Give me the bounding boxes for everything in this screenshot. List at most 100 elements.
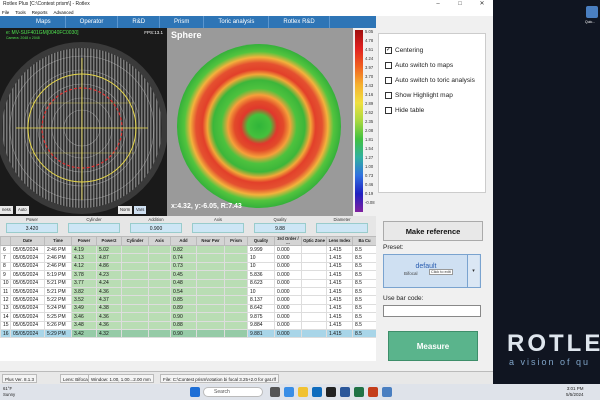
preset-select[interactable]: default Bifocal Click to edit ▾ <box>383 254 481 288</box>
column-header[interactable]: Optic Zone <box>301 236 327 246</box>
tab-prism[interactable]: Prism <box>160 16 205 28</box>
quality-value: 9.88 <box>254 223 306 233</box>
menu-file[interactable]: File <box>2 9 9 16</box>
tab-rnd[interactable]: R&D <box>118 16 161 28</box>
table-cell <box>148 270 171 280</box>
maximize-button[interactable]: □ <box>449 0 471 9</box>
centering-checkbox[interactable]: ✓ <box>385 47 392 54</box>
weather-widget[interactable]: 61°F Sunny <box>3 386 15 397</box>
table-row[interactable]: 12 05/05/2024 5:22 PM 3.52 4.37 0.85 8.137 0.00… <box>0 295 376 305</box>
preset-type: Bifocal <box>404 271 418 276</box>
file-explorer-icon[interactable] <box>298 387 308 397</box>
table-row[interactable]: 6 05/05/2024 2:46 PM 4.19 5.02 0.82 9.999 0.000… <box>0 244 376 255</box>
system-clock[interactable]: 3:01 PM 5/5/2024 <box>566 386 584 398</box>
map-title: Sphere <box>171 30 202 40</box>
excel-icon[interactable] <box>354 387 364 397</box>
mail-icon[interactable] <box>312 387 322 397</box>
option-hide-table[interactable]: Hide table <box>385 106 424 115</box>
rotlex-app-icon[interactable] <box>382 387 392 397</box>
close-button[interactable]: ✕ <box>471 0 493 9</box>
table-cell: 5:25 PM <box>44 312 72 322</box>
column-header[interactable]: Add <box>170 236 197 246</box>
table-cell: 05/05/2024 <box>10 270 45 280</box>
table-cell: 4.36 <box>96 286 122 297</box>
scale-label: -0.08 <box>365 200 375 205</box>
barcode-input[interactable] <box>383 305 481 317</box>
table-cell: 8.5 <box>352 312 376 322</box>
make-reference-button[interactable]: Make reference <box>383 221 483 241</box>
table-row[interactable]: 14 05/05/2024 5:25 PM 3.46 4.36 0.90 9.875 0.00… <box>0 312 376 322</box>
table-cell <box>148 253 171 263</box>
table-row[interactable]: 7 05/05/2024 2:46 PM 4.13 4.87 0.74 10 0.000 1.4… <box>0 253 376 263</box>
auto-switch-maps-checkbox[interactable] <box>385 62 392 69</box>
weather-condition: Sunny <box>3 391 16 397</box>
norm-button[interactable]: Norm <box>118 206 133 214</box>
column-header[interactable]: Prism <box>224 236 248 246</box>
show-highlight-map-checkbox[interactable] <box>385 92 392 99</box>
tab-toric-analysis[interactable]: Toric analysis <box>204 16 270 28</box>
option-show-highlight-map[interactable]: Show Highlight map <box>385 91 453 100</box>
table-cell: 3.82 <box>71 286 97 297</box>
store-icon[interactable] <box>326 387 336 397</box>
table-cell: 3.46 <box>71 312 97 322</box>
table-row[interactable]: 16 05/05/2024 5:29 PM 3.42 4.32 0.90 9.881 0.00… <box>0 328 376 339</box>
app-shortcut-icon[interactable] <box>586 6 598 18</box>
brightness-button[interactable]: ness <box>0 206 13 214</box>
tab-operator[interactable]: Operator <box>66 16 119 28</box>
menu-tools[interactable]: Tools <box>15 9 26 16</box>
sphere-map[interactable] <box>167 28 353 216</box>
table-row[interactable]: 15 05/05/2024 5:26 PM 3.48 4.36 0.88 9.884 0.00… <box>0 320 376 330</box>
chevron-down-icon[interactable]: ▾ <box>467 255 479 287</box>
title-bar: Rotlex Plus [C:\Contest prism\] - Rotlex <box>0 0 493 9</box>
column-header[interactable] <box>0 236 11 246</box>
tab-maps[interactable]: Maps <box>0 16 66 28</box>
tab-rotlex-rnd[interactable]: Rotlex R&D <box>269 16 330 28</box>
option-centering[interactable]: ✓ Centering <box>385 46 423 55</box>
column-header[interactable]: Time <box>44 236 72 246</box>
window-title: Rotlex Plus [C:\Contest prism\] - Rotlex <box>3 1 90 7</box>
column-header[interactable]: Quality <box>247 236 275 246</box>
minimize-button[interactable]: – <box>427 0 449 9</box>
table-cell <box>148 320 171 330</box>
menu-advanced[interactable]: Advanced <box>54 9 74 16</box>
table-row[interactable]: 10 05/05/2024 5:21 PM 3.77 4.24 0.48 8.623 0.00… <box>0 278 376 288</box>
word-icon[interactable] <box>340 387 350 397</box>
column-header[interactable]: Near Pwr <box>196 236 225 246</box>
table-cell: 8.5 <box>352 295 376 305</box>
auto-switch-toric-checkbox[interactable] <box>385 77 392 84</box>
option-auto-switch-maps[interactable]: Auto switch to maps <box>385 61 453 70</box>
table-cell <box>301 244 327 255</box>
start-icon[interactable] <box>190 387 200 397</box>
hide-table-checkbox[interactable] <box>385 107 392 114</box>
table-cell: 10 <box>0 278 11 288</box>
table-cell <box>148 278 171 288</box>
option-auto-switch-toric[interactable]: Auto switch to toric analysis <box>385 76 475 85</box>
taskbar-search[interactable]: Search <box>203 387 263 397</box>
measure-button[interactable]: Measure <box>388 331 478 361</box>
task-view-icon[interactable] <box>270 387 280 397</box>
table-cell: 5:22 PM <box>44 295 72 305</box>
table-row[interactable]: 9 05/05/2024 5:19 PM 3.78 4.23 0.45 5.836 0.000… <box>0 270 376 280</box>
column-header[interactable]: 3rd Order / ... <box>274 236 302 246</box>
table-cell: 1.415 <box>326 328 353 339</box>
column-header[interactable]: Axis <box>148 236 171 246</box>
column-header[interactable]: Ba Cu <box>352 236 376 246</box>
vars-button[interactable]: Vars <box>134 206 147 214</box>
table-cell <box>121 270 149 280</box>
auto-button[interactable]: Auto <box>16 206 29 214</box>
column-header[interactable]: Cylinder <box>121 236 149 246</box>
edge-icon[interactable] <box>284 387 294 397</box>
table-row[interactable]: 13 05/05/2024 5:24 PM 3.49 4.38 0.89 8.642 0.00… <box>0 303 376 314</box>
column-header[interactable]: Power2 <box>96 236 122 246</box>
powerpoint-icon[interactable] <box>368 387 378 397</box>
column-header[interactable]: Power <box>71 236 97 246</box>
table-cell <box>148 328 171 339</box>
table-cell: 4.23 <box>96 270 122 280</box>
column-header[interactable]: Lens Index <box>326 236 353 246</box>
option-label: Centering <box>395 47 424 54</box>
table-row[interactable]: 8 05/05/2024 2:46 PM 4.12 4.86 0.73 10 0.000 1.4… <box>0 261 376 272</box>
column-header[interactable]: Date <box>10 236 45 246</box>
table-row[interactable]: 11 05/05/2024 5:21 PM 3.82 4.36 0.54 10 0.000 1.… <box>0 286 376 297</box>
menu-reports[interactable]: Reports <box>32 9 48 16</box>
table-cell: 05/05/2024 <box>10 261 45 272</box>
